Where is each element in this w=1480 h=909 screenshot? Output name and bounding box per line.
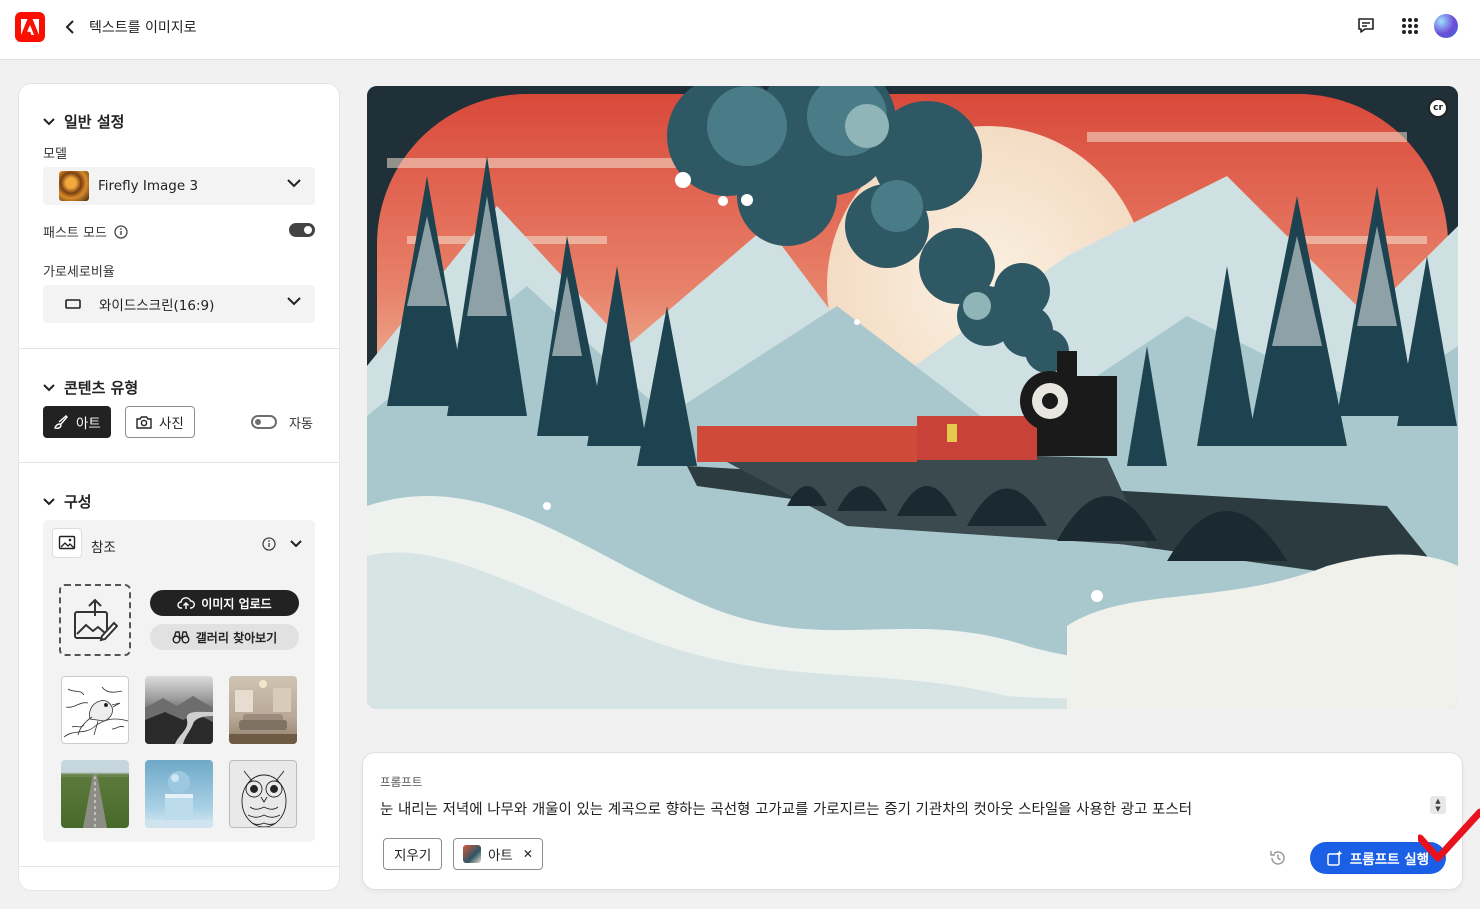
upload-image-icon: [74, 598, 118, 642]
reference-thumbnail-road-field[interactable]: [61, 760, 129, 828]
clear-button[interactable]: 지우기: [383, 838, 443, 870]
history-icon[interactable]: [1269, 849, 1287, 867]
reference-thumbnail-sphere-pedestal[interactable]: [145, 760, 213, 828]
divider: [19, 866, 339, 867]
upload-image-button[interactable]: 이미지 업로드: [150, 590, 299, 616]
fast-mode-toggle[interactable]: [289, 223, 315, 237]
brush-icon: [54, 415, 68, 429]
auto-toggle[interactable]: [251, 415, 277, 429]
divider: [19, 348, 339, 349]
chevron-down-icon[interactable]: [290, 540, 302, 548]
model-dropdown[interactable]: Firefly Image 3: [43, 167, 315, 205]
reference-image-icon: [52, 528, 82, 558]
settings-panel: 일반 설정 모델 Firefly Image 3 패스트 모드 가로세로비율 와…: [19, 84, 339, 890]
chevron-down-icon: [287, 179, 301, 188]
prompt-label: 프롬프트: [380, 775, 423, 789]
reference-section: 참조 이미지 업로드 갤러리 찾아보기: [43, 520, 315, 842]
info-icon[interactable]: [114, 224, 128, 239]
reference-thumbnail-owl-sketch[interactable]: [229, 760, 297, 828]
apps-grid-icon[interactable]: [1398, 14, 1422, 38]
generate-sparkle-icon: [1327, 850, 1343, 866]
style-tag-label: 아트: [488, 848, 513, 864]
content-type-header[interactable]: 콘텐츠 유형: [43, 377, 138, 398]
reference-thumbnail-living-room[interactable]: [229, 676, 297, 744]
prompt-input[interactable]: 눈 내리는 저녁에 나무와 개울이 있는 계곡으로 향하는 곡선형 고가교를 가…: [380, 798, 1192, 819]
camera-icon: [136, 416, 152, 429]
content-type-title: 콘텐츠 유형: [64, 379, 139, 397]
chevron-down-icon: [43, 383, 55, 391]
model-label: 모델: [43, 147, 67, 162]
prompt-panel: 프롬프트 눈 내리는 저녁에 나무와 개울이 있는 계곡으로 향하는 곡선형 고…: [363, 753, 1462, 889]
chevron-down-icon: [43, 497, 55, 505]
model-thumbnail: [59, 171, 89, 201]
photo-chip-label: 사진: [159, 416, 184, 432]
reference-thumbnail-misty-river[interactable]: [145, 676, 213, 744]
composition-header[interactable]: 구성: [43, 491, 92, 512]
style-tag-thumbnail: [463, 845, 481, 863]
general-settings-header[interactable]: 일반 설정: [43, 111, 124, 132]
comment-icon[interactable]: [1354, 14, 1378, 38]
photo-chip[interactable]: 사진: [125, 406, 195, 438]
upload-image-label: 이미지 업로드: [201, 596, 272, 611]
art-chip[interactable]: 아트: [43, 406, 111, 438]
general-settings-title: 일반 설정: [64, 113, 125, 131]
browse-gallery-button[interactable]: 갤러리 찾아보기: [150, 624, 299, 650]
fast-mode-label: 패스트 모드: [43, 226, 107, 241]
binoculars-icon: [172, 631, 190, 644]
aspect-ratio-label: 가로세로비율: [43, 265, 115, 280]
back-chevron-icon[interactable]: [60, 16, 80, 38]
generated-image[interactable]: cr: [367, 86, 1458, 709]
aspect-ratio-dropdown[interactable]: 와이드스크린(16:9): [43, 285, 315, 323]
chevron-down-icon: [43, 117, 55, 125]
composition-title: 구성: [64, 493, 92, 511]
browse-gallery-label: 갤러리 찾아보기: [195, 630, 278, 645]
auto-label: 자동: [289, 417, 313, 432]
cloud-upload-icon: [177, 597, 196, 609]
remove-tag-icon[interactable]: ✕: [523, 847, 533, 861]
image-drop-zone[interactable]: [59, 584, 131, 656]
style-tag-art: 아트 ✕: [453, 838, 543, 870]
adobe-logo-icon[interactable]: [15, 12, 45, 42]
model-value: Firefly Image 3: [98, 178, 199, 194]
check-mark-icon: [1418, 808, 1480, 862]
content-credentials-badge[interactable]: cr: [1428, 98, 1448, 118]
reference-thumbnail-bird-sketch[interactable]: [61, 676, 129, 744]
chevron-down-icon: [287, 297, 301, 306]
fast-mode-row: 패스트 모드: [43, 222, 128, 241]
app-header: 텍스트를 이미지로: [0, 0, 1480, 60]
page-title: 텍스트를 이미지로: [89, 20, 197, 36]
user-avatar[interactable]: [1434, 14, 1458, 38]
info-icon[interactable]: [262, 537, 276, 551]
divider: [19, 462, 339, 463]
aspect-ratio-value: 와이드스크린(16:9): [99, 298, 215, 314]
art-chip-label: 아트: [76, 416, 101, 432]
reference-label: 참조: [91, 540, 116, 556]
widescreen-icon: [65, 299, 81, 309]
